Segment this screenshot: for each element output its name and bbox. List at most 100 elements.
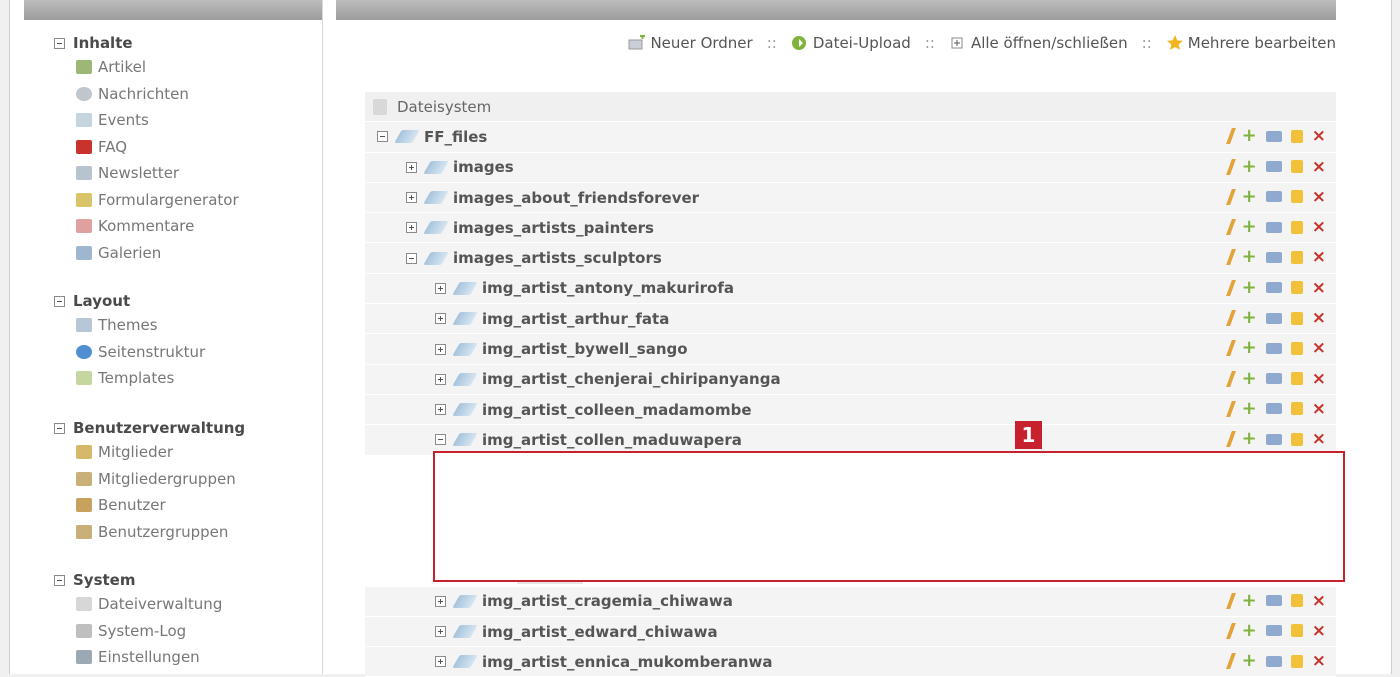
add-icon[interactable]: + [1242,187,1257,205]
expand-icon[interactable] [435,343,446,355]
folder-row[interactable]: images + × [365,152,1336,183]
sidebar-item[interactable]: Newsletter [54,160,239,187]
expand-icon[interactable] [435,282,446,294]
edit-icon[interactable] [1225,431,1236,448]
move-icon[interactable] [1265,433,1282,445]
collapse-icon[interactable] [377,131,388,143]
lock-icon[interactable] [1290,594,1303,608]
delete-icon[interactable]: × [1312,219,1326,236]
sidebar-group-header[interactable]: Inhalte [54,32,239,54]
toggle-all-button[interactable]: Alle öffnen/schließen [949,34,1128,52]
move-icon[interactable] [1265,403,1282,415]
move-icon[interactable] [1265,251,1282,263]
edit-icon[interactable] [1225,653,1236,670]
delete-icon[interactable]: × [1312,622,1326,639]
sidebar-item[interactable]: Galerien [54,240,239,267]
add-icon[interactable]: + [1242,157,1257,175]
sidebar-item[interactable]: Themes [54,312,205,339]
delete-icon[interactable]: × [1312,340,1326,357]
sidebar-item[interactable]: Einstellungen [54,644,222,671]
sidebar-item[interactable]: Dateiverwaltung [54,591,222,618]
move-icon[interactable] [1265,282,1282,294]
expand-icon[interactable] [435,313,446,325]
delete-icon[interactable]: × [1312,128,1326,145]
folder-row[interactable]: img_artist_cragemia_chiwawa + × [365,586,1336,617]
folder-row[interactable]: img_artist_chenjerai_chiripanyanga + × [365,364,1336,395]
add-icon[interactable]: + [1242,652,1257,670]
sidebar-item[interactable]: Benutzer [54,492,245,519]
lock-icon[interactable] [1290,372,1303,386]
add-icon[interactable]: + [1242,248,1257,266]
lock-icon[interactable] [1290,402,1303,416]
delete-icon[interactable]: × [1312,310,1326,327]
collapse-icon[interactable] [406,252,417,264]
upload-button[interactable]: Datei-Upload [791,34,911,52]
delete-icon[interactable]: × [1312,370,1326,387]
sidebar-item[interactable]: System-Log [54,618,222,645]
edit-icon[interactable] [1225,310,1236,327]
sidebar-item[interactable]: Mitgliedergruppen [54,466,245,493]
sidebar-item[interactable]: Seitenstruktur [54,339,205,366]
collapse-icon[interactable] [54,422,65,434]
expand-icon[interactable] [435,404,446,416]
folder-row[interactable]: img_artist_edward_chiwawa + × [365,616,1336,648]
folder-row[interactable]: img_artist_antony_makurirofa + × [365,273,1336,305]
add-icon[interactable]: + [1242,309,1257,327]
add-icon[interactable]: + [1242,369,1257,387]
collapse-icon[interactable] [54,295,65,307]
edit-icon[interactable] [1225,219,1236,236]
add-icon[interactable]: + [1242,621,1257,639]
edit-multiple-button[interactable]: Mehrere bearbeiten [1166,34,1336,52]
sidebar-item[interactable]: Mitglieder [54,439,245,466]
edit-icon[interactable] [1225,622,1236,639]
move-icon[interactable] [1265,221,1282,233]
delete-icon[interactable]: × [1312,431,1326,448]
expand-icon[interactable] [406,192,417,204]
edit-icon[interactable] [1225,158,1236,175]
delete-icon[interactable]: × [1312,158,1326,175]
move-icon[interactable] [1265,161,1282,173]
sidebar-group-header[interactable]: Benutzerverwaltung [54,417,245,439]
sidebar-group-header[interactable]: System [54,569,222,591]
move-icon[interactable] [1265,625,1282,637]
folder-row[interactable]: img_artist_bywell_sango + × [365,334,1336,365]
sidebar-item[interactable]: Events [54,107,239,134]
move-icon[interactable] [1265,595,1282,607]
move-icon[interactable] [1265,191,1282,203]
lock-icon[interactable] [1290,311,1303,325]
folder-row[interactable]: img_artist_ennica_mukomberanwa + × [365,647,1336,677]
edit-icon[interactable] [1225,400,1236,417]
move-icon[interactable] [1265,130,1282,142]
add-icon[interactable]: + [1242,591,1257,609]
lock-icon[interactable] [1290,190,1303,204]
expand-icon[interactable] [435,595,446,607]
lock-icon[interactable] [1290,654,1303,668]
add-icon[interactable]: + [1242,399,1257,417]
move-icon[interactable] [1265,312,1282,324]
lock-icon[interactable] [1290,160,1303,174]
add-icon[interactable]: + [1242,430,1257,448]
add-icon[interactable]: + [1242,278,1257,296]
edit-icon[interactable] [1225,370,1236,387]
move-icon[interactable] [1265,342,1282,354]
folder-row[interactable]: img_artist_colleen_madamombe + × [365,394,1336,426]
delete-icon[interactable]: × [1312,653,1326,670]
sidebar-item[interactable]: Nachrichten [54,81,239,108]
edit-icon[interactable] [1225,128,1236,145]
edit-icon[interactable] [1225,249,1236,266]
sidebar-item[interactable]: FAQ [54,134,239,161]
collapse-icon[interactable] [54,574,65,586]
lock-icon[interactable] [1290,281,1303,295]
delete-icon[interactable]: × [1312,249,1326,266]
delete-icon[interactable]: × [1312,188,1326,205]
move-icon[interactable] [1265,373,1282,385]
lock-icon[interactable] [1290,220,1303,234]
folder-row[interactable]: FF_files + × [365,122,1336,153]
collapse-icon[interactable] [54,37,65,49]
lock-icon[interactable] [1290,250,1303,264]
add-icon[interactable]: + [1242,339,1257,357]
new-folder-button[interactable]: Neuer Ordner [628,34,753,52]
expand-icon[interactable] [435,656,446,668]
lock-icon[interactable] [1290,624,1303,638]
folder-row[interactable]: images_about_friendsforever + × [365,182,1336,214]
